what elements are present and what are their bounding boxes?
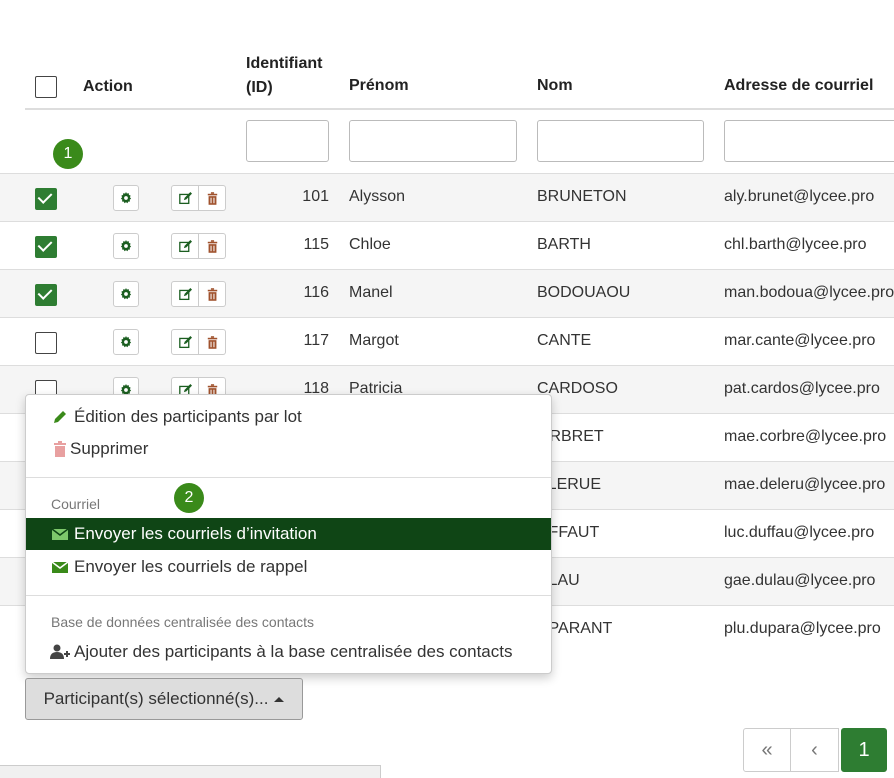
row-id: 115 [303, 236, 329, 253]
table-row: 101 Alysson BRUNETON aly.brunet@lycee.pro [0, 173, 894, 222]
row-actions-button[interactable] [113, 233, 139, 259]
row-actions-button[interactable] [113, 329, 139, 355]
row-lastname: CANTE [537, 332, 592, 349]
row-delete-button[interactable] [199, 329, 226, 355]
row-edit-button[interactable] [171, 233, 199, 259]
trash-icon [207, 287, 218, 301]
row-email: chl.barth@lycee.pro [724, 236, 867, 253]
header-lastname[interactable]: Nom [537, 77, 573, 95]
edit-icon [178, 239, 192, 253]
menu-divider [26, 477, 551, 478]
pagination-page-1[interactable]: 1 [841, 728, 887, 772]
trash-icon [207, 239, 218, 253]
header-divider [25, 108, 894, 110]
gear-icon [120, 288, 132, 300]
row-email: luc.duffau@lycee.pro [724, 524, 875, 541]
row-email: man.bodoua@lycee.pro [724, 284, 894, 301]
row-delete-button[interactable] [199, 281, 226, 307]
row-edit-button[interactable] [171, 281, 199, 307]
edit-icon [178, 191, 192, 205]
menu-section-database: Base de données centralisée des contacts [51, 614, 315, 630]
menu-section-email: Courriel [51, 496, 101, 512]
user-plus-icon [50, 644, 70, 660]
envelope-send-icon [50, 526, 70, 542]
row-firstname: Margot [349, 332, 399, 349]
row-checkbox[interactable] [35, 332, 57, 354]
header-email[interactable]: Adresse de courriel [724, 77, 873, 95]
filter-email-input[interactable] [724, 120, 894, 162]
table-row: 117 Margot CANTE mar.cante@lycee.pro [0, 317, 894, 366]
row-email: plu.dupara@lycee.pro [724, 620, 881, 637]
gear-icon [120, 192, 132, 204]
header-id[interactable]: Identifiant (ID) [246, 52, 322, 100]
menu-add-to-database-label: Ajouter des participants à la base centr… [74, 642, 513, 661]
edit-icon [178, 287, 192, 301]
row-email: gae.dulau@lycee.pro [724, 572, 876, 589]
row-email: mae.corbre@lycee.pro [724, 428, 887, 445]
row-lastname: BRUNETON [537, 188, 627, 205]
menu-batch-edit-label: Édition des participants par lot [74, 407, 302, 426]
pagination-prev[interactable]: ‹ [791, 728, 839, 772]
row-delete-button[interactable] [199, 185, 226, 211]
filter-firstname-input[interactable] [349, 120, 517, 162]
gear-icon [120, 336, 132, 348]
pagination-first[interactable]: « [743, 728, 791, 772]
header-action: Action [83, 78, 133, 95]
menu-divider [26, 595, 551, 596]
table-row: 115 Chloe BARTH chl.barth@lycee.pro [0, 221, 894, 270]
menu-send-reminder-label: Envoyer les courriels de rappel [74, 557, 308, 576]
gear-icon [120, 240, 132, 252]
trash-icon [207, 335, 218, 349]
header-id-line1: Identifiant [246, 55, 323, 72]
row-lastname: BODOUAOU [537, 284, 631, 301]
select-all-checkbox[interactable] [35, 76, 57, 98]
row-checkbox[interactable] [35, 236, 57, 258]
menu-send-invitation-label: Envoyer les courriels d’invitation [74, 524, 317, 543]
trash-icon [207, 191, 218, 205]
row-firstname: Alysson [349, 188, 406, 205]
row-firstname: Manel [349, 284, 393, 301]
row-id: 101 [302, 188, 329, 205]
envelope-reminder-icon [50, 559, 70, 575]
row-actions-button[interactable] [113, 281, 139, 307]
edit-icon [178, 335, 192, 349]
row-id: 117 [303, 332, 329, 349]
pencil-icon [50, 409, 70, 425]
row-firstname: Chloe [349, 236, 391, 253]
row-email: pat.cardos@lycee.pro [724, 380, 880, 397]
row-delete-button[interactable] [199, 233, 226, 259]
step-badge-1: 1 [53, 139, 83, 169]
row-id: 116 [303, 284, 329, 301]
menu-delete[interactable]: Supprimer [26, 433, 551, 465]
table-row: 116 Manel BODOUAOU man.bodoua@lycee.pro [0, 269, 894, 318]
selected-participants-label: Participant(s) sélectionné(s)... [43, 689, 269, 708]
browser-status-bar [0, 765, 381, 778]
row-email: aly.brunet@lycee.pro [724, 188, 875, 205]
selected-participants-button[interactable]: Participant(s) sélectionné(s)... [25, 678, 303, 720]
step-badge-2: 2 [174, 483, 204, 513]
header-firstname[interactable]: Prénom [349, 77, 409, 95]
menu-delete-label: Supprimer [70, 439, 149, 458]
row-email: mar.cante@lycee.pro [724, 332, 876, 349]
row-edit-button[interactable] [171, 329, 199, 355]
row-checkbox[interactable] [35, 284, 57, 306]
header-id-line2: (ID) [246, 79, 273, 96]
row-lastname: BARTH [537, 236, 591, 253]
menu-send-reminder[interactable]: Envoyer les courriels de rappel [26, 551, 551, 583]
selected-actions-menu: Édition des participants par lot Supprim… [25, 394, 552, 674]
menu-batch-edit[interactable]: Édition des participants par lot [26, 401, 551, 433]
trash-icon [50, 441, 70, 457]
filter-id-input[interactable] [246, 120, 329, 162]
row-actions-button[interactable] [113, 185, 139, 211]
menu-send-invitation[interactable]: Envoyer les courriels d’invitation [26, 518, 551, 550]
filter-lastname-input[interactable] [537, 120, 704, 162]
row-email: mae.deleru@lycee.pro [724, 476, 886, 493]
row-edit-button[interactable] [171, 185, 199, 211]
caret-up-icon [274, 696, 285, 702]
menu-add-to-database[interactable]: Ajouter des participants à la base centr… [26, 636, 551, 668]
row-checkbox[interactable] [35, 188, 57, 210]
